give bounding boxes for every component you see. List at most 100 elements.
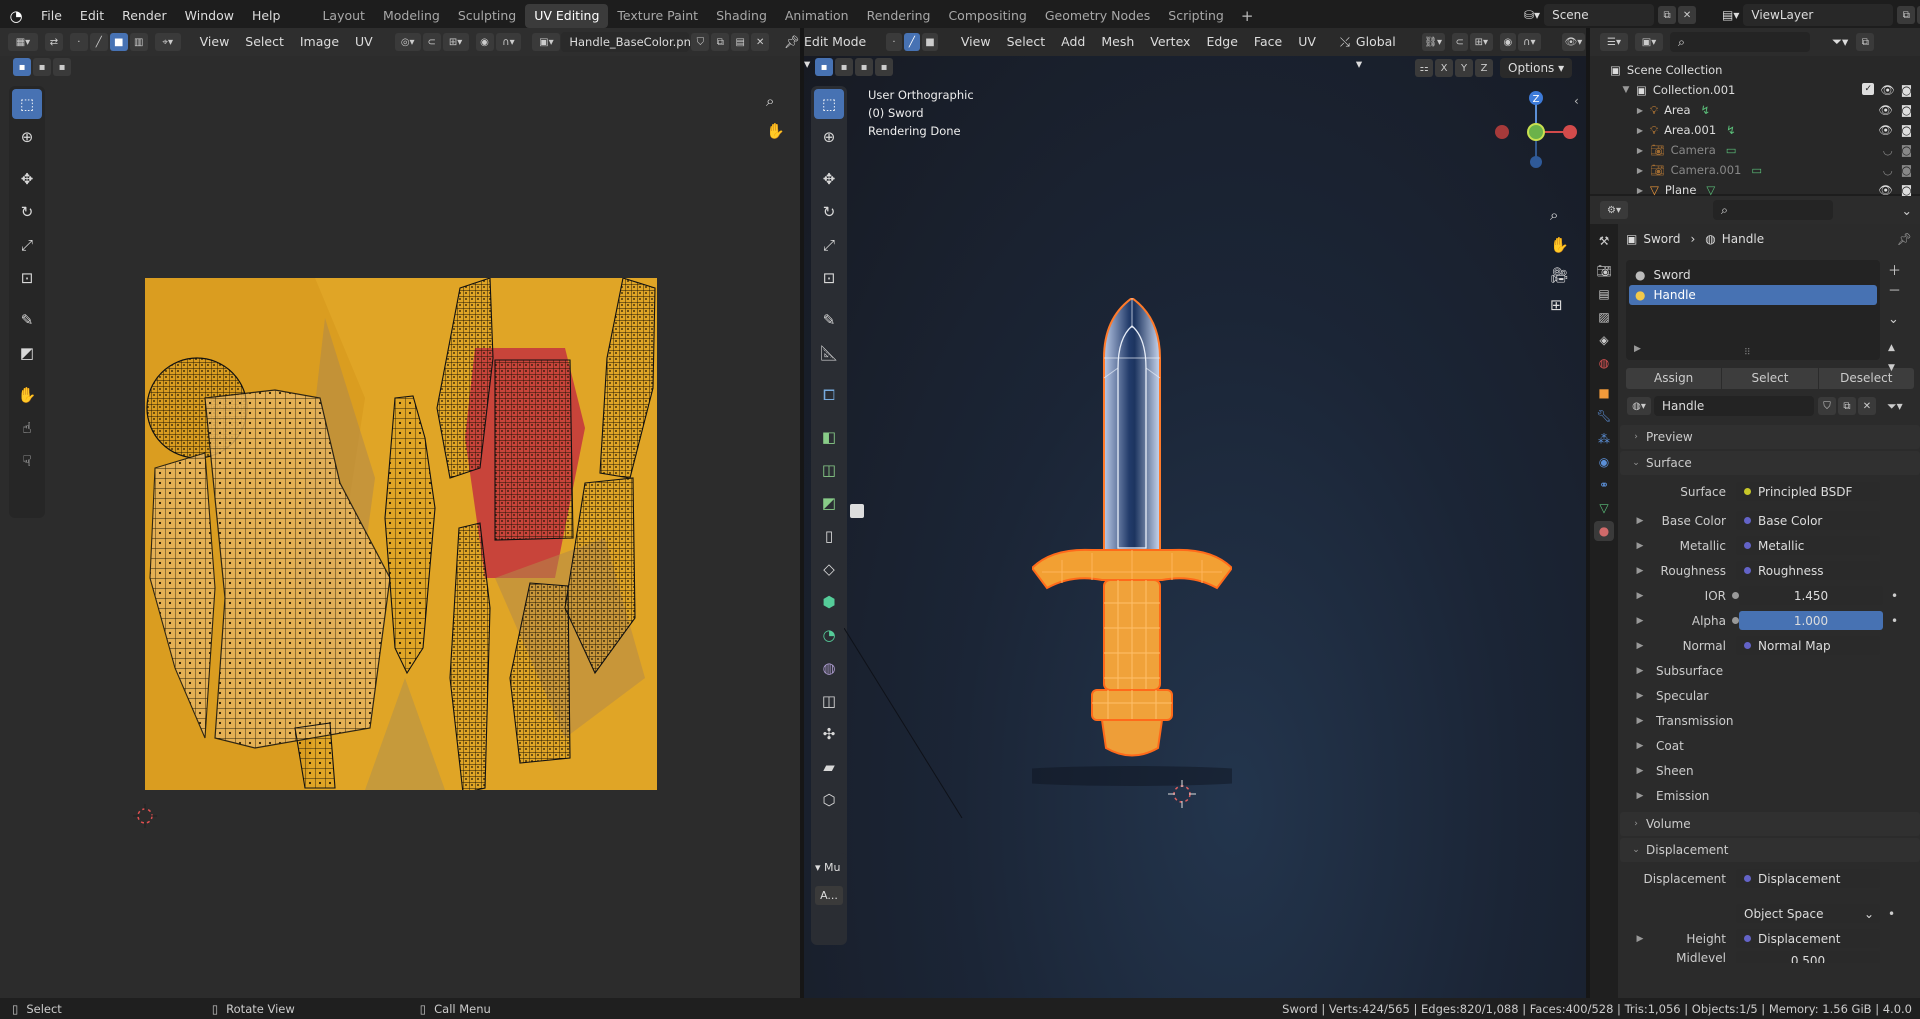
properties-options-icon[interactable]: ⌄ [1902,203,1912,218]
sword-pommel[interactable] [1100,719,1164,757]
2d-cursor-icon[interactable] [133,804,157,828]
vp-select-subtract-icon[interactable]: ▪ [855,58,873,76]
prop-value-ior[interactable]: 1.450 [1739,586,1883,605]
hidden-eye-icon[interactable]: ◡ [1883,143,1893,157]
slot-list-resize-handle[interactable]: ⠿ [1744,348,1751,358]
zoom-icon[interactable]: ⌕ [766,92,774,110]
outliner-item-area-001[interactable]: ▶ 💡︎ Area.001 ↯ 👁︎ ◙ [1590,120,1920,140]
subpanel-expand-icon[interactable]: ▶ [1630,766,1650,776]
uv-canvas[interactable] [145,278,657,790]
panel-tab-label[interactable]: ▾ Mu [815,861,843,874]
falloff-icon[interactable]: ∩▾ [495,33,522,51]
volume-expand-icon[interactable]: › [1626,819,1646,829]
selection-mode-new-icon[interactable]: ▪ [13,58,31,76]
workspace-tab-geometry-nodes[interactable]: Geometry Nodes [1036,4,1159,28]
editor-type-icon[interactable]: ▦▾ [8,33,38,51]
vp-select-new-icon[interactable]: ▪ [815,58,833,76]
expand-arrow-icon[interactable]: ▶ [1630,106,1650,115]
new-scene-icon[interactable]: ⧉ [1658,6,1677,24]
material-slot-sword[interactable]: ● Sword [1629,265,1877,285]
mirror-options-icon[interactable]: ⚏ [1415,59,1433,77]
vp-shear-icon[interactable]: ▰ [814,752,844,782]
filter-icon[interactable]: ⏷▾ [1832,34,1848,50]
properties-editor-icon[interactable]: ⚙▾ [1600,201,1628,219]
unlink-image-icon[interactable]: ✕ [751,33,770,51]
vp-select-invert-icon[interactable]: ▪ [875,58,893,76]
grab-tool-icon[interactable]: ✋ [12,380,42,410]
render-camera-icon[interactable]: ◙ [1901,183,1912,197]
vp-inset-icon[interactable]: ◫ [814,455,844,485]
new-collection-icon[interactable]: ⧉ [1856,33,1875,51]
render-tab-icon[interactable]: 📷︎ [1594,261,1614,281]
scene-name-field[interactable]: Scene [1544,4,1655,26]
view-layer-field[interactable]: ViewLayer [1743,4,1894,26]
render-camera-icon[interactable]: ◙ [1901,123,1912,137]
subpanel-expand-icon[interactable]: ▶ [1630,666,1650,676]
vp-cursor-icon[interactable]: ⊕ [814,122,844,152]
surface-collapse-icon[interactable]: ⌄ [1626,458,1646,468]
outliner-item-area[interactable]: ▶ 💡︎ Area ↯ 👁︎ ◙ [1590,100,1920,120]
scale-tool-icon[interactable]: ⤢ [12,230,42,260]
outliner-item-camera[interactable]: ▶ 📷︎ Camera ▭ ◡ ◙ [1590,140,1920,160]
socket-expand-icon[interactable]: ▶ [1630,566,1650,576]
viewport-menu-select[interactable]: Select [999,28,1054,56]
viewport-menu-edge[interactable]: Edge [1198,28,1245,56]
viewport-menu-face[interactable]: Face [1246,28,1290,56]
preview-expand-icon[interactable]: › [1626,432,1646,442]
rip-tool-icon[interactable]: ◩ [12,338,42,368]
image-browse-icon[interactable]: ▣▾ [532,33,561,51]
menu-help[interactable]: Help [243,0,290,31]
navigation-gizmo[interactable]: Z [1488,86,1584,196]
remove-slot-button[interactable]: － [1888,282,1901,302]
selection-mode-subtract-icon[interactable]: ▪ [53,58,71,76]
snap-target-icon[interactable]: ⊞▾ [1469,33,1493,51]
vp-rip-icon[interactable]: ⬡ [814,785,844,815]
viewport-menu-mesh[interactable]: Mesh [1093,28,1142,56]
pin-properties-icon[interactable]: 📌︎ [1897,232,1912,246]
subpanel-emission[interactable]: ▶ Emission [1620,783,1920,808]
mirror-x-toggle[interactable]: X [1435,59,1453,77]
subpanel-expand-icon[interactable]: ▶ [1630,741,1650,751]
orientation-select[interactable]: Global ▾ [1349,31,1414,71]
prop-value-alpha[interactable]: 1.000 [1739,611,1883,630]
constraints-tab-icon[interactable]: ⚭ [1594,475,1614,495]
snap-options-icon[interactable]: ⊞▾ [442,33,469,51]
subpanel-subsurface[interactable]: ▶ Subsurface [1620,658,1920,683]
blender-logo-icon[interactable]: ◔ [0,7,32,25]
material-tab-icon[interactable]: ● [1594,521,1614,541]
object-tab-icon[interactable]: ■ [1594,383,1614,403]
browse-material-icon[interactable]: ◍▾ [1627,397,1651,415]
outliner-editor-icon[interactable]: ☰▾ [1600,33,1628,51]
vp-transform-icon[interactable]: ⊡ [814,263,844,293]
pin-icon[interactable]: 📌︎ [784,34,800,50]
surface-shader-field[interactable]: Principled BSDF [1736,482,1880,501]
particles-tab-icon[interactable]: ⁂ [1594,429,1614,449]
workspace-tab-modeling[interactable]: Modeling [374,4,449,28]
workspace-tab-sculpting[interactable]: Sculpting [449,4,525,28]
tool-tab-icon[interactable]: ⚒ [1594,231,1614,251]
viewport-menu-add[interactable]: Add [1053,28,1093,56]
visibility-eye-icon[interactable]: 👁︎ [1880,83,1895,97]
keyframe-dot-icon[interactable]: • [1891,589,1898,603]
vp-knife-icon[interactable]: ◇ [814,554,844,584]
hidden-eye-icon[interactable]: ◡ [1883,163,1893,177]
workspace-tab-layout[interactable]: Layout [313,4,374,28]
mode-select[interactable]: Edit Mode ▾ [804,31,876,71]
displacement-field[interactable]: Displacement [1736,869,1880,888]
collapse-arrow-icon[interactable]: ▼ [1616,85,1636,95]
vp-select-box-icon[interactable]: ⬚ [814,89,844,119]
vp-pan-icon[interactable]: ✋ [1550,230,1569,260]
select-button[interactable]: Select [1722,368,1818,389]
slot-list-expand-icon[interactable]: ▶ [1634,344,1641,354]
vp-smooth-icon[interactable]: ◍ [814,653,844,683]
proportional-icon[interactable]: ◉ [1499,33,1516,51]
select-box-tool-icon[interactable]: ⬚ [12,89,42,119]
render-camera-icon[interactable]: ◙ [1901,83,1912,97]
annotate-tool-icon[interactable]: ✎ [12,305,42,335]
material-node-icon[interactable]: ⏷▾ [1887,399,1903,414]
cursor-tool-icon[interactable]: ⊕ [12,122,42,152]
keyframe-dot-icon[interactable]: • [1891,614,1898,628]
new-image-icon[interactable]: ⧉ [711,33,730,51]
duplicate-material-icon[interactable]: ⧉ [1838,397,1856,415]
face-select-icon[interactable]: ■ [109,33,128,51]
